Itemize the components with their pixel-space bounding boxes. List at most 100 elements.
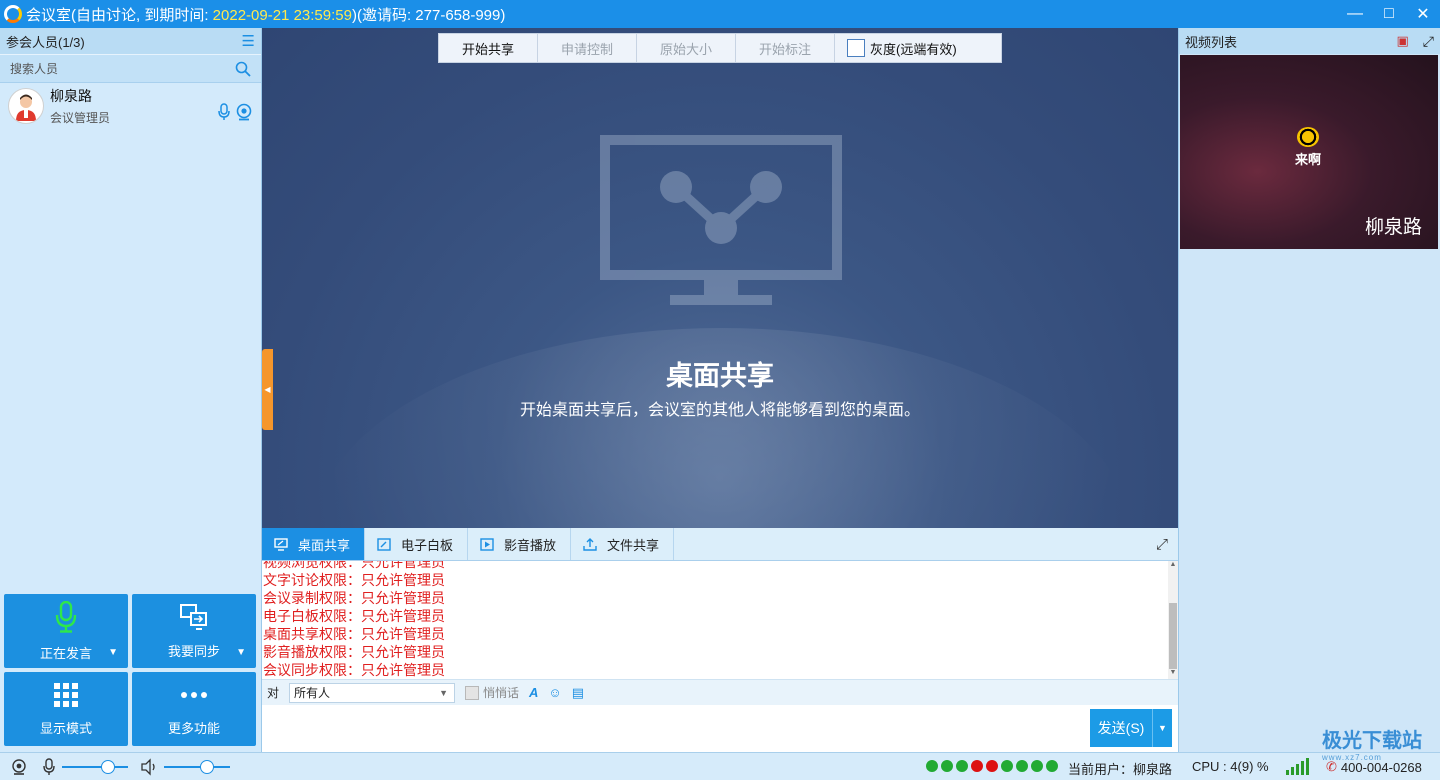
speaker-icon[interactable] (140, 757, 158, 776)
desktop-share-icon (274, 537, 288, 551)
chevron-down-icon[interactable]: ▼ (1152, 709, 1172, 747)
speaker-volume-slider[interactable] (164, 759, 230, 774)
maximize-icon: □ (1384, 5, 1394, 22)
tab-desktop-share[interactable]: 桌面共享 (262, 528, 365, 560)
network-dot (1001, 760, 1013, 772)
watermark: 极光下载站 www.xz7.com (1282, 724, 1422, 762)
network-quality-indicator (926, 760, 1058, 772)
more-functions-label: 更多功能 (167, 720, 220, 736)
participant-role: 会议管理员 (50, 111, 111, 125)
slider-knob[interactable] (200, 759, 215, 774)
video-list-header: 视频列表 ▣ ⤢ (1179, 28, 1440, 54)
grayscale-checkbox[interactable] (847, 39, 865, 57)
video-logo: 来啊 (1295, 127, 1321, 168)
slider-track (62, 765, 128, 768)
title-prefix: 会议室(自由讨论, 到期时间: (26, 6, 213, 24)
list-settings-icon[interactable]: ☰ (242, 32, 255, 50)
close-button[interactable]: ✕ (1406, 0, 1440, 28)
collapse-left-panel-handle[interactable]: ◀ (262, 349, 273, 430)
grid-icon (54, 682, 78, 707)
whisper-label: 悄悄话 (483, 686, 520, 700)
chevron-down-icon[interactable]: ▼ (108, 647, 118, 658)
scroll-up-icon[interactable]: ▲ (1168, 561, 1178, 571)
log-line: 桌面共享权限：只允许管理员 (263, 626, 445, 642)
microphone-icon[interactable] (217, 103, 231, 121)
recipient-value: 所有人 (294, 686, 331, 700)
tab-label: 桌面共享 (298, 537, 351, 553)
tab-label: 文件共享 (607, 537, 660, 553)
tab-label: 影音播放 (504, 537, 557, 553)
original-size-button[interactable]: 原始大小 (637, 34, 736, 62)
fullscreen-icon[interactable]: ⤢ (1156, 536, 1168, 553)
video-list-panel: 视频列表 ▣ ⤢ 来啊 柳泉路 (1178, 28, 1440, 752)
recipient-select[interactable]: 所有人 ▼ (289, 682, 456, 703)
microphone-icon (55, 600, 77, 633)
grayscale-toggle[interactable]: 灰度(远端有效) (835, 34, 1001, 62)
more-functions-button[interactable]: 更多功能 (132, 672, 256, 746)
monitor-share-icon (600, 135, 842, 305)
scroll-down-icon[interactable]: ▼ (1168, 669, 1178, 679)
send-button[interactable]: 发送(S) ▼ (1090, 709, 1172, 747)
slider-knob[interactable] (101, 759, 115, 774)
request-control-button[interactable]: 申请控制 (538, 34, 637, 62)
video-user-name: 柳泉路 (1364, 217, 1422, 238)
display-mode-button[interactable]: 显示模式 (4, 672, 128, 746)
minimize-button[interactable]: — (1338, 0, 1372, 28)
tab-whiteboard[interactable]: 电子白板 (365, 528, 468, 560)
network-dot (926, 760, 938, 772)
participant-item[interactable]: 柳泉路 会议管理员 (0, 83, 261, 129)
microphone-icon[interactable] (42, 757, 56, 776)
bee-logo-icon (1297, 127, 1319, 147)
whisper-toggle[interactable]: 悄悄话 (465, 684, 519, 701)
log-line: 文字讨论权限：只允许管理员 (263, 572, 445, 588)
mic-volume-slider[interactable] (62, 759, 128, 774)
window-title: 会议室(自由讨论, 到期时间: 2022-09-21 23:59:59)(邀请码… (26, 4, 505, 25)
log-scrollbar[interactable]: ▲ ▼ (1168, 561, 1178, 679)
scroll-thumb[interactable] (1169, 603, 1177, 669)
chat-input[interactable]: 发送(S) ▼ (262, 705, 1178, 752)
participant-name: 柳泉路 (50, 88, 92, 104)
layout-icon[interactable]: ▣ (1397, 33, 1409, 50)
title-bar: 会议室(自由讨论, 到期时间: 2022-09-21 23:59:59)(邀请码… (0, 0, 1440, 28)
chevron-down-icon: ▼ (439, 687, 449, 698)
log-line: 会议录制权限：只允许管理员 (263, 590, 445, 606)
chevron-down-icon[interactable]: ▼ (236, 647, 246, 658)
network-dot (1046, 760, 1058, 772)
watermark-text: 极光下载站 (1322, 730, 1422, 752)
function-tabs: 桌面共享 电子白板 影音播放 文件共享 ⤢ (262, 528, 1178, 561)
emoji-icon[interactable]: ☺ (548, 685, 561, 700)
cpu-usage: CPU : 4(9) % (1192, 759, 1269, 774)
grayscale-label: 灰度(远端有效) (870, 41, 957, 57)
start-annotate-button[interactable]: 开始标注 (736, 34, 835, 62)
desktop-share-stage: 开始共享 申请控制 原始大小 开始标注 灰度(远端有效) 桌面共享 开始桌面共享… (262, 28, 1178, 528)
speaking-label: 正在发言 (39, 645, 92, 661)
camera-icon[interactable] (10, 758, 28, 776)
speaking-button[interactable]: 正在发言 ▼ (4, 594, 128, 668)
participant-search-input[interactable]: 搜索人员 (0, 54, 261, 83)
expand-icon[interactable]: ⤢ (1423, 33, 1434, 50)
camera-icon[interactable] (235, 103, 253, 121)
maximize-button[interactable]: □ (1372, 0, 1406, 28)
network-dot (956, 760, 968, 772)
avatar (8, 88, 44, 124)
whisper-checkbox[interactable] (465, 685, 480, 700)
video-tile[interactable]: 来啊 柳泉路 (1180, 55, 1438, 249)
more-icon (181, 691, 207, 698)
sync-screen-icon (180, 603, 207, 630)
screenshot-icon[interactable]: ▤ (572, 685, 584, 701)
sync-button[interactable]: 我要同步 ▼ (132, 594, 256, 668)
tab-file-share[interactable]: 文件共享 (571, 528, 674, 560)
current-user: 当前用户：柳泉路 (1068, 762, 1173, 777)
send-label: 发送(S) (1097, 720, 1145, 736)
display-mode-label: 显示模式 (39, 720, 92, 736)
font-icon[interactable]: A (529, 685, 538, 700)
sync-label: 我要同步 (167, 643, 220, 659)
expiry-time: 2022-09-21 23:59:59 (212, 6, 352, 24)
video-list-title: 视频列表 (1185, 34, 1238, 50)
stage-subtitle: 开始桌面共享后，会议室的其他人将能够看到您的桌面。 (519, 402, 920, 419)
tab-media-play[interactable]: 影音播放 (468, 528, 571, 560)
network-dot (986, 760, 998, 772)
start-share-button[interactable]: 开始共享 (439, 34, 538, 62)
search-icon[interactable] (235, 61, 251, 77)
participants-header: 参会人员(1/3) ☰ (0, 28, 261, 54)
